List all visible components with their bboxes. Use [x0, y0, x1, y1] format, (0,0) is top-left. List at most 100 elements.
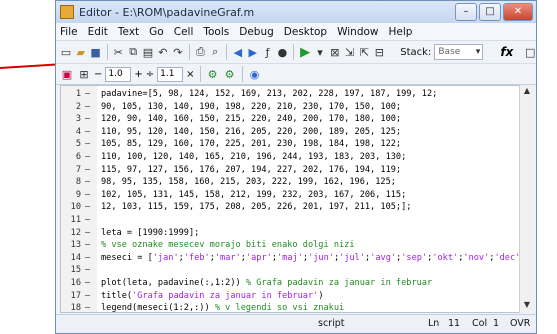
- breakpoint-dash[interactable]: –: [85, 278, 90, 288]
- step-icon[interactable]: ▾: [314, 45, 326, 59]
- close-button[interactable]: ✕: [503, 3, 533, 21]
- breakpoint-dash[interactable]: –: [85, 202, 90, 212]
- cell-run-icon[interactable]: ⚙: [206, 67, 220, 81]
- cell-toolbar: ▣ ⊞ − 1.0 + ÷ 1.1 × ⚙ ⚙ ◉: [56, 64, 536, 85]
- breakpoint-dash[interactable]: –: [85, 265, 90, 275]
- code-text: plot(leta, padavine(:,1:2)) % Grafa pada…: [101, 278, 433, 288]
- run-icon[interactable]: ▶: [299, 45, 311, 60]
- stack-select[interactable]: Base: [434, 44, 484, 60]
- breakpoint-dash[interactable]: –: [85, 89, 90, 99]
- go-forward-icon[interactable]: ▶: [247, 45, 259, 59]
- redo-icon[interactable]: ↷: [172, 45, 184, 59]
- line-number: 5: [75, 139, 81, 150]
- code-text: 120, 90, 140, 160, 150, 215, 220, 240, 2…: [101, 114, 402, 125]
- code-text: 110, 100, 120, 140, 165, 210, 196, 244, …: [101, 152, 407, 162]
- breakpoint-dash[interactable]: –: [85, 165, 90, 175]
- line-number: 17: [70, 290, 81, 301]
- breakpoint-dash[interactable]: –: [85, 253, 90, 263]
- status-ovr: OVR: [510, 318, 531, 329]
- breakpoint-dash[interactable]: –: [85, 127, 90, 137]
- step-in-icon[interactable]: ⇲: [344, 45, 356, 59]
- function-browser-icon[interactable]: ƒ: [262, 45, 274, 59]
- set-breakpoint-icon[interactable]: ●: [277, 45, 289, 59]
- line-number: 7: [75, 164, 81, 175]
- divide-button[interactable]: ÷: [146, 69, 154, 80]
- exit-debug-icon[interactable]: ⊟: [373, 45, 385, 59]
- menu-file[interactable]: File: [60, 26, 78, 38]
- undo-icon[interactable]: ↶: [157, 45, 169, 59]
- code-text: 105, 85, 129, 160, 170, 225, 201, 230, 1…: [101, 139, 402, 150]
- menu-debug[interactable]: Debug: [239, 26, 274, 38]
- step-out-icon[interactable]: ⇱: [359, 45, 371, 59]
- breakpoint-dash[interactable]: –: [85, 114, 90, 124]
- line-number: 18: [70, 303, 81, 313]
- line-number: 3: [75, 114, 81, 125]
- breakpoint-dash[interactable]: –: [85, 139, 90, 149]
- cell-eval-icon[interactable]: ⊞: [77, 67, 91, 81]
- find-icon[interactable]: ⌕: [209, 45, 221, 59]
- line-number: 15: [70, 265, 81, 276]
- breakpoint-dash[interactable]: –: [85, 152, 90, 162]
- breakpoint-dash[interactable]: –: [85, 228, 90, 238]
- copy-icon[interactable]: ⧉: [127, 45, 139, 59]
- save-icon[interactable]: ■: [90, 45, 102, 59]
- menu-go[interactable]: Go: [149, 26, 164, 38]
- menu-help[interactable]: Help: [389, 26, 413, 38]
- menu-desktop[interactable]: Desktop: [284, 26, 327, 38]
- breakpoint-dash[interactable]: –: [85, 102, 90, 112]
- menu-bar: File Edit Text Go Cell Tools Debug Deskt…: [56, 23, 536, 41]
- print-icon[interactable]: ⎙: [194, 45, 206, 59]
- vertical-scrollbar[interactable]: ▲ ▼: [519, 85, 534, 313]
- line-number: 4: [75, 126, 81, 137]
- code-text: meseci = ['jan';'feb';'mar';'apr';'maj';…: [101, 252, 520, 263]
- menu-cell[interactable]: Cell: [174, 26, 194, 38]
- line-number: 16: [70, 278, 81, 288]
- decrement-button[interactable]: −: [94, 69, 102, 80]
- code-text: 110, 95, 120, 140, 150, 216, 205, 220, 2…: [101, 126, 402, 137]
- code-text: title('Grafa padavin za januar in februa…: [101, 290, 324, 301]
- code-text: % vse oznake mesecev morajo biti enako d…: [101, 240, 355, 251]
- new-file-icon[interactable]: ▭: [60, 45, 72, 59]
- fx-label[interactable]: fx: [500, 45, 513, 59]
- menu-window[interactable]: Window: [337, 26, 378, 38]
- cut-icon[interactable]: ✂: [112, 45, 124, 59]
- value-field-2[interactable]: 1.1: [157, 66, 184, 82]
- times-button[interactable]: ×: [186, 69, 194, 80]
- menu-text[interactable]: Text: [118, 26, 139, 38]
- title-bar: Editor - E:\ROM\padavineGraf.m – □ ✕: [56, 1, 536, 23]
- go-back-icon[interactable]: ◀: [232, 45, 244, 59]
- breakpoint-dash[interactable]: –: [85, 291, 90, 301]
- menu-edit[interactable]: Edit: [88, 26, 108, 38]
- breakpoint-dash[interactable]: –: [85, 303, 90, 312]
- breakpoint-dash[interactable]: –: [85, 215, 90, 225]
- status-ln-value: 11: [448, 318, 461, 329]
- code-editor[interactable]: 1– padavine=[5, 98, 124, 152, 169, 213, 2…: [60, 85, 520, 313]
- window-layout-icon[interactable]: □: [524, 45, 536, 59]
- line-number: 8: [75, 177, 81, 188]
- stack-label: Stack:: [400, 46, 432, 58]
- cell-mode-icon[interactable]: ▣: [60, 67, 74, 81]
- cell-help-icon[interactable]: ◉: [248, 67, 262, 81]
- open-folder-icon[interactable]: ▰: [75, 45, 87, 59]
- line-number: 1: [75, 89, 81, 99]
- menu-tools[interactable]: Tools: [203, 26, 229, 38]
- breakpoint-dash[interactable]: –: [85, 190, 90, 200]
- breakpoint-dash[interactable]: –: [85, 177, 90, 187]
- main-toolbar: ▭ ▰ ■ ✂ ⧉ ▤ ↶ ↷ ⎙ ⌕ ◀ ▶ ƒ ● ▶ ▾ ⊠ ⇲ ⇱ ⊟ …: [56, 41, 536, 64]
- scroll-up-icon[interactable]: ▲: [521, 86, 533, 98]
- maximize-button[interactable]: □: [479, 3, 501, 21]
- code-text: 98, 95, 135, 158, 160, 215, 203, 222, 19…: [101, 177, 396, 188]
- cell-run-advance-icon[interactable]: ⚙: [223, 67, 237, 81]
- paste-icon[interactable]: ▤: [142, 45, 154, 59]
- clear-breakpoints-icon[interactable]: ⊠: [329, 45, 341, 59]
- code-text: padavine=[5, 98, 124, 152, 169, 213, 202…: [101, 89, 438, 99]
- breakpoint-dash[interactable]: –: [85, 240, 90, 250]
- line-number: 9: [75, 189, 81, 200]
- scroll-down-icon[interactable]: ▼: [521, 300, 533, 312]
- line-number: 12: [70, 227, 81, 238]
- editor-window: Editor - E:\ROM\padavineGraf.m – □ ✕ Fil…: [55, 0, 537, 334]
- minimize-button[interactable]: –: [455, 3, 477, 21]
- value-field-1[interactable]: 1.0: [105, 66, 132, 82]
- status-col-label: Col: [472, 318, 488, 329]
- plus-button[interactable]: +: [134, 69, 142, 80]
